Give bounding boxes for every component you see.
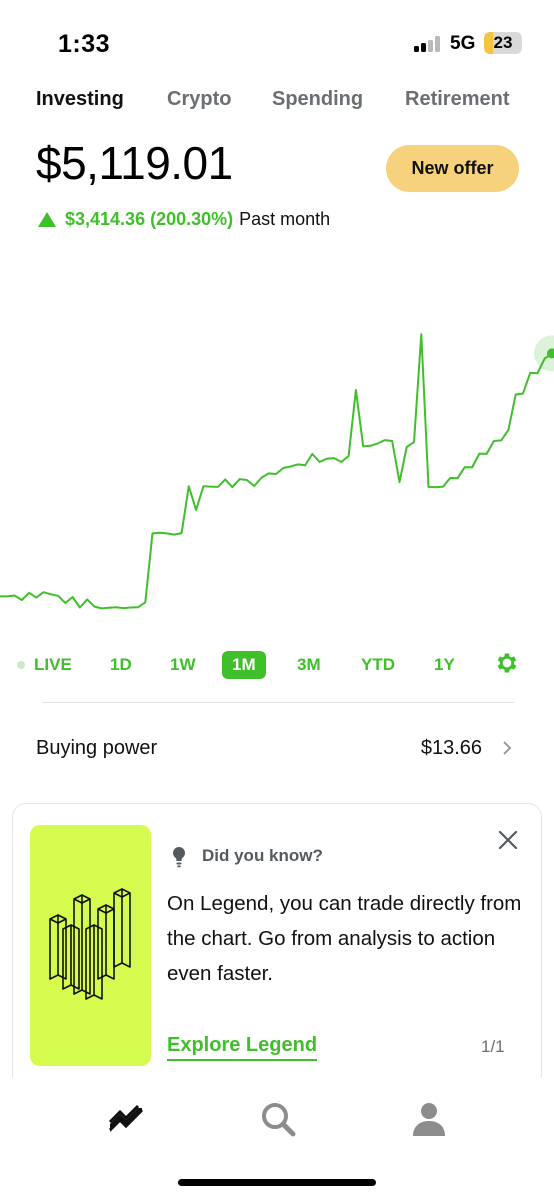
range-1y[interactable]: 1Y: [424, 651, 465, 679]
signal-icon: [414, 36, 444, 52]
network-label: 5G: [450, 33, 476, 54]
investing-chart-icon[interactable]: [107, 1100, 145, 1138]
chevron-right-icon: [503, 741, 512, 755]
legend-promo-card: Did you know? On Legend, you can trade d…: [12, 803, 542, 1088]
promo-body: On Legend, you can trade directly from t…: [167, 892, 522, 985]
tab-spending[interactable]: Spending: [272, 88, 363, 111]
tab-crypto[interactable]: Crypto: [167, 88, 231, 111]
explore-legend-link[interactable]: Explore Legend: [167, 1034, 318, 1061]
account-tabs: Investing Crypto Spending Retirement: [36, 88, 536, 122]
gear-icon[interactable]: [494, 650, 520, 676]
did-you-know-label: Did you know?: [202, 846, 323, 865]
range-live[interactable]: LIVE: [24, 651, 82, 679]
portfolio-chart[interactable]: [0, 320, 554, 630]
tab-investing[interactable]: Investing: [36, 88, 124, 111]
portfolio-change: $3,414.36 (200.30%) Past month: [38, 207, 330, 231]
promo-pager: 1/1: [481, 1037, 505, 1056]
legend-bars-illustration: [49, 888, 131, 1000]
range-1w[interactable]: 1W: [160, 651, 206, 679]
up-arrow-icon: [38, 211, 56, 227]
status-time: 1:33: [58, 30, 111, 58]
battery-icon: 23: [484, 32, 522, 54]
range-3m[interactable]: 3M: [287, 651, 331, 679]
buying-power-label: Buying power: [36, 737, 158, 759]
change-period: Past month: [239, 208, 331, 229]
new-offer-button[interactable]: New offer: [386, 145, 519, 192]
range-1m[interactable]: 1M: [222, 651, 266, 679]
series-line: [0, 333, 553, 610]
change-value: $3,414.36 (200.30%): [65, 208, 234, 229]
battery-percent: 23: [493, 33, 513, 52]
range-ytd[interactable]: YTD: [351, 651, 405, 679]
time-range-selector: LIVE 1D 1W 1M 3M YTD 1Y: [0, 646, 554, 682]
tab-retirement[interactable]: Retirement: [405, 88, 509, 111]
range-1d[interactable]: 1D: [100, 651, 142, 679]
home-indicator: [178, 1179, 376, 1186]
portfolio-chart-svg[interactable]: [0, 320, 554, 630]
lightbulb-icon: [173, 847, 185, 868]
divider: [42, 702, 514, 703]
search-icon[interactable]: [259, 1100, 297, 1138]
status-bar: 1:33 5G 23: [0, 0, 554, 80]
legend-illustration: [30, 825, 151, 1066]
buying-power-value: $13.66: [420, 737, 482, 759]
portfolio-balance: $5,119.01: [36, 137, 233, 189]
close-icon[interactable]: [497, 829, 519, 851]
account-icon[interactable]: [410, 1100, 448, 1138]
buying-power-row[interactable]: Buying power $13.66: [36, 725, 516, 771]
